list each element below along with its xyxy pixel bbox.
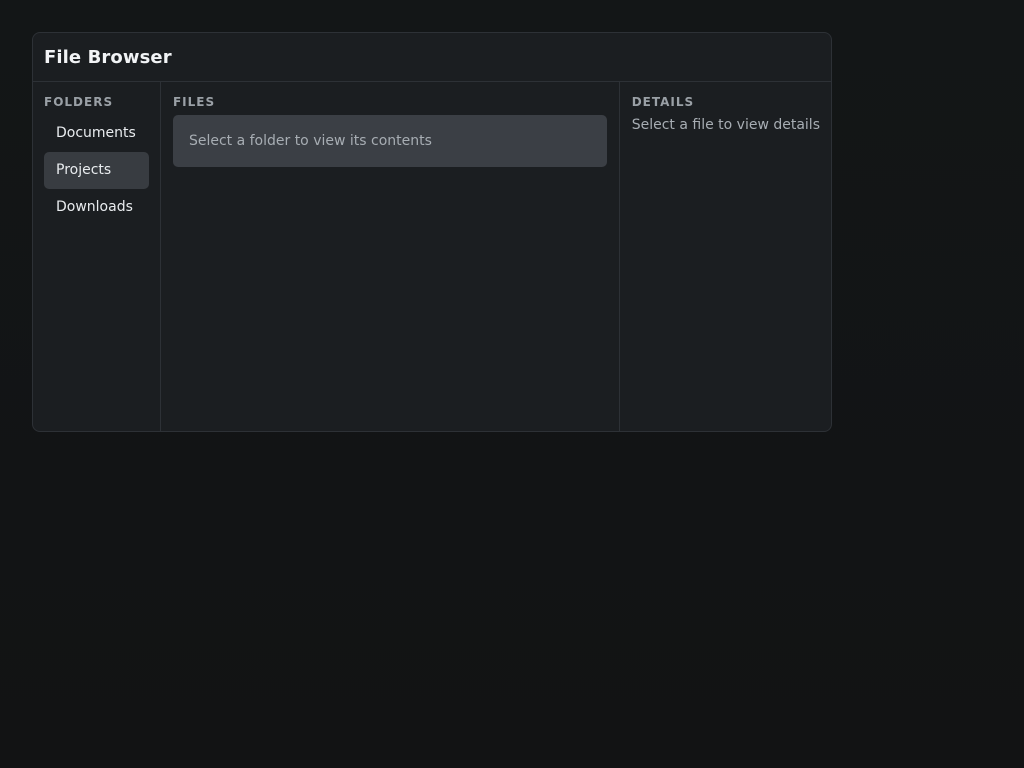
folder-item-projects[interactable]: Projects xyxy=(44,152,149,189)
folder-item-label: Projects xyxy=(56,162,112,178)
window-header: File Browser xyxy=(33,33,831,82)
files-section-title: FILES xyxy=(172,95,216,109)
details-empty-message: Select a file to view details xyxy=(631,117,820,133)
folder-item-downloads[interactable]: Downloads xyxy=(44,189,149,226)
folder-item-label: Downloads xyxy=(56,199,133,215)
window-title: File Browser xyxy=(44,46,172,68)
files-pane: FILES Select a folder to view its conten… xyxy=(161,82,620,431)
folders-section-title: FOLDERS xyxy=(44,95,114,109)
folder-item-documents[interactable]: Documents xyxy=(44,115,149,152)
details-pane: DETAILS Select a file to view details xyxy=(620,82,831,431)
panes-container: FOLDERS Documents Projects Downloads FIL… xyxy=(33,82,831,431)
file-browser-window: File Browser FOLDERS Documents Projects … xyxy=(32,32,832,432)
folders-pane: FOLDERS Documents Projects Downloads xyxy=(33,82,161,431)
folder-item-label: Documents xyxy=(56,125,136,141)
folder-list: Documents Projects Downloads xyxy=(44,115,149,226)
details-section-title: DETAILS xyxy=(631,95,695,109)
files-empty-state: Select a folder to view its contents xyxy=(172,115,607,167)
files-empty-message: Select a folder to view its contents xyxy=(188,133,432,149)
